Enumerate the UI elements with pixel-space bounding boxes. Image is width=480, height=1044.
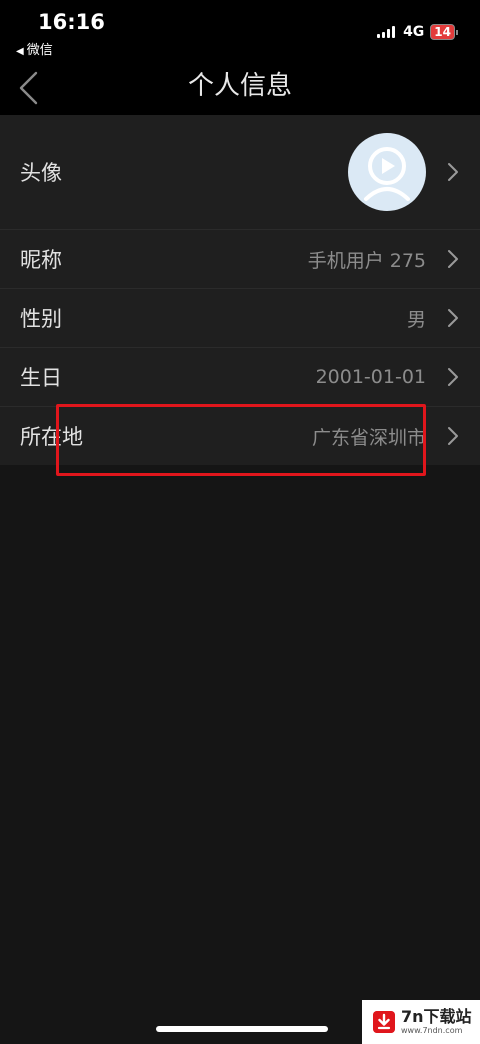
home-indicator[interactable]: [156, 1026, 328, 1032]
screen: 16:16 ◀ 微信 4G 14 个人信息 头像 昵称 手机用户 275 性别 …: [0, 0, 480, 1044]
birthday-label: 生日: [20, 366, 62, 390]
avatar-label: 头像: [20, 161, 62, 185]
watermark-main: 7n下载站: [401, 1007, 472, 1026]
row-nickname[interactable]: 昵称 手机用户 275: [0, 230, 480, 289]
battery-icon: 14: [430, 24, 458, 40]
chevron-right-icon: [448, 427, 458, 445]
highlight-box: [56, 404, 426, 476]
birthday-value: 2001-01-01: [315, 366, 426, 388]
battery-level: 14: [430, 24, 455, 40]
gender-value: 男: [406, 308, 426, 331]
status-time: 16:16: [38, 10, 105, 34]
top-bar: 16:16 ◀ 微信 4G 14 个人信息: [0, 0, 480, 115]
status-indicators: 4G 14: [377, 24, 458, 40]
gender-label: 性别: [20, 307, 62, 331]
chevron-right-icon: [448, 250, 458, 268]
download-arrow-icon: [373, 1011, 395, 1033]
back-app-label: 微信: [26, 43, 53, 58]
back-triangle-icon: ◀: [16, 46, 24, 57]
row-gender[interactable]: 性别 男: [0, 289, 480, 348]
chevron-right-icon: [448, 163, 458, 181]
chevron-right-icon: [448, 368, 458, 386]
nickname-label: 昵称: [20, 248, 62, 272]
back-to-app-link[interactable]: ◀ 微信: [16, 39, 53, 58]
row-birthday[interactable]: 生日 2001-01-01: [0, 348, 480, 407]
page-title: 个人信息: [187, 71, 292, 101]
watermark: 7n下载站 www.7ndn.com: [362, 1000, 480, 1044]
row-avatar[interactable]: 头像: [0, 115, 480, 230]
signal-icon: [377, 26, 397, 38]
watermark-text: 7n下载站 www.7ndn.com: [401, 1009, 472, 1035]
watermark-sub: www.7ndn.com: [401, 1026, 463, 1035]
user-video-icon: [364, 147, 410, 201]
network-type: 4G: [403, 24, 425, 40]
avatar[interactable]: [348, 133, 426, 211]
chevron-right-icon: [448, 309, 458, 327]
nickname-value: 手机用户 275: [307, 249, 426, 272]
